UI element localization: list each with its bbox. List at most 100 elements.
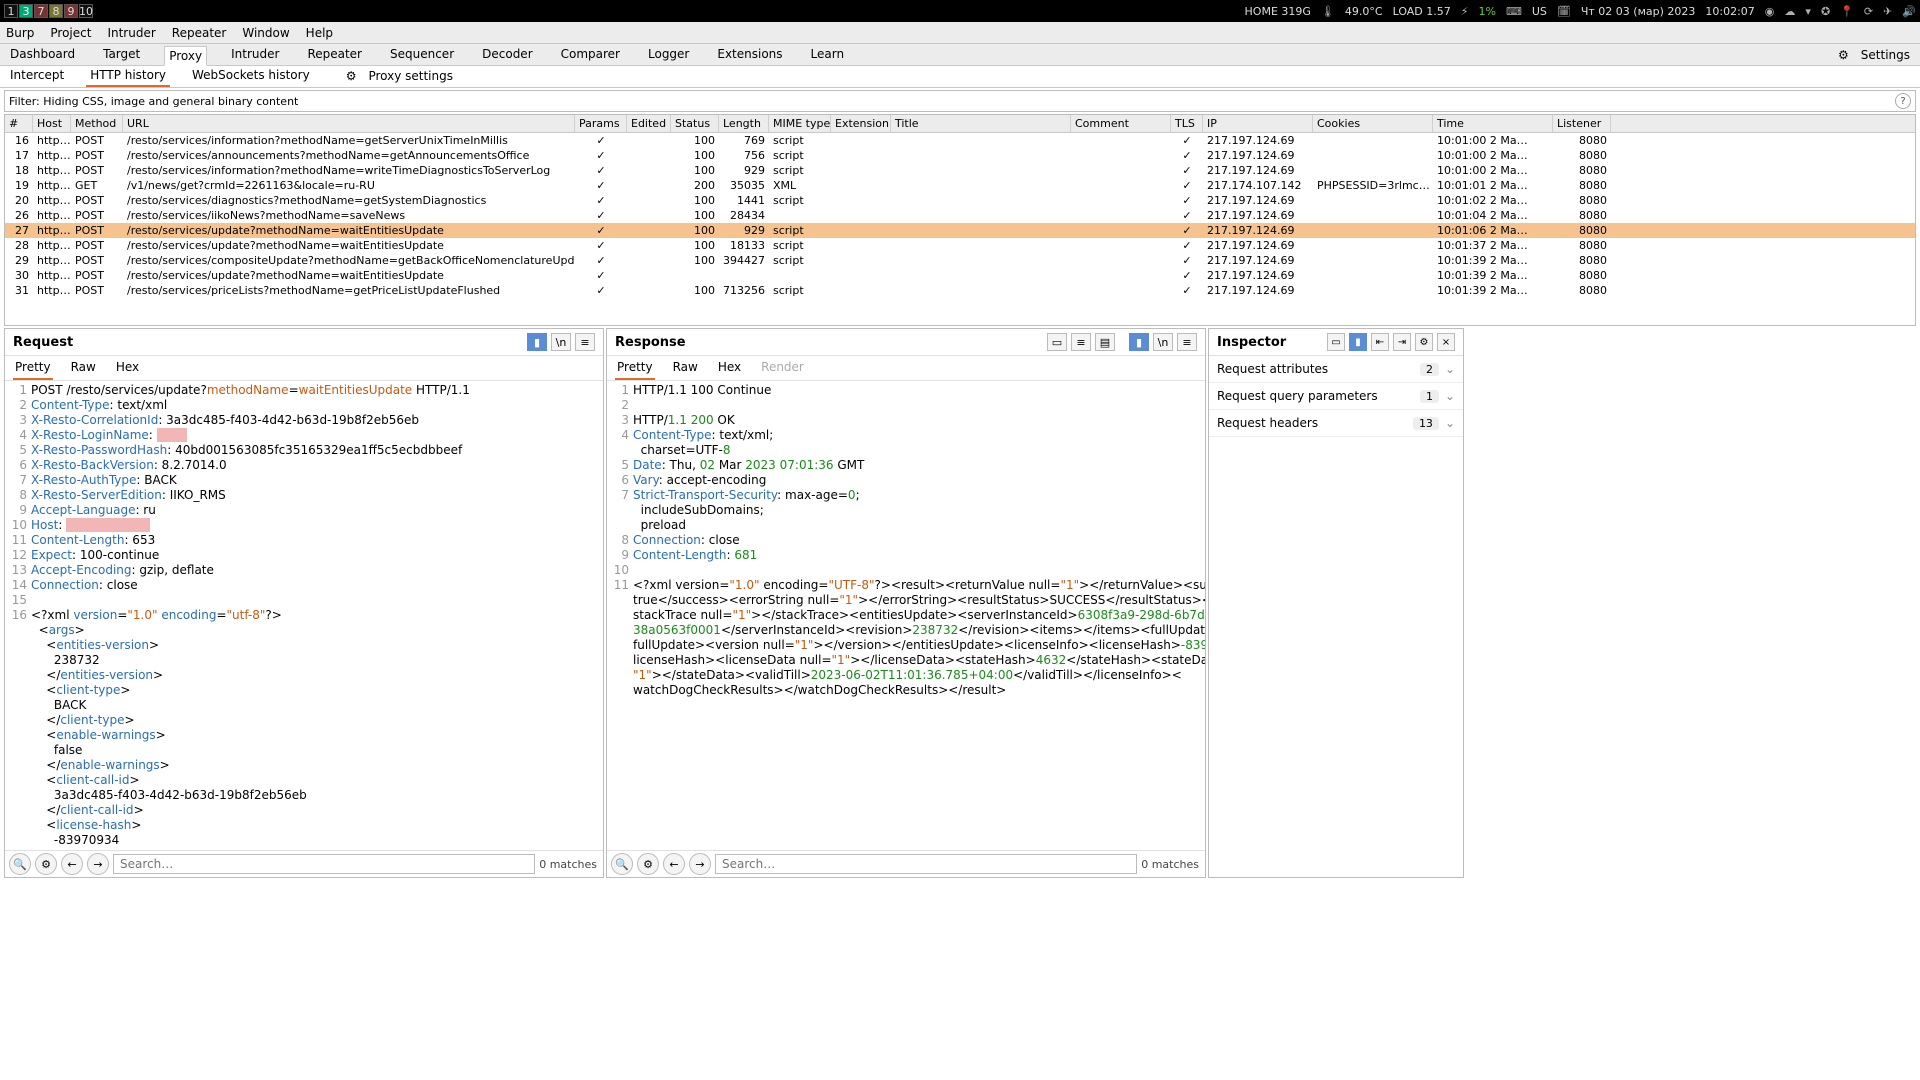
subtab-websockets-history[interactable]: WebSockets history xyxy=(188,66,314,87)
telegram-icon[interactable]: ✈ xyxy=(1883,5,1892,18)
close-icon[interactable]: × xyxy=(1437,333,1455,351)
tool-tab-proxy[interactable]: Proxy xyxy=(164,46,207,66)
layout-toggle-c[interactable]: ▤ xyxy=(1095,333,1115,351)
gear-icon[interactable]: ⚙ xyxy=(637,853,659,875)
col-length[interactable]: Length xyxy=(719,115,769,132)
gear-icon[interactable]: ⚙ xyxy=(1834,46,1853,64)
search-icon[interactable]: 🔍 xyxy=(9,853,31,875)
tool-tab-comparer[interactable]: Comparer xyxy=(557,45,624,65)
table-row[interactable]: 18http…POST/resto/services/information?m… xyxy=(5,163,1915,178)
col-time[interactable]: Time xyxy=(1433,115,1553,132)
help-icon[interactable]: ? xyxy=(1895,93,1911,109)
prev-match-button[interactable]: ← xyxy=(663,853,685,875)
tool-tab-intruder[interactable]: Intruder xyxy=(227,45,283,65)
layout-toggle-d[interactable]: ▮ xyxy=(1129,333,1149,351)
view-tab-raw[interactable]: Raw xyxy=(69,358,98,380)
search-icon[interactable]: 🔍 xyxy=(611,853,633,875)
expand-icon[interactable]: ⇥ xyxy=(1393,333,1411,351)
tool-tab-learn[interactable]: Learn xyxy=(807,45,849,65)
table-body[interactable]: 16http…POST/resto/services/information?m… xyxy=(5,133,1915,325)
response-editor[interactable]: 1HTTP/1.1 100 Continue23HTTP/1.1 200 OK4… xyxy=(607,381,1205,850)
gear-icon[interactable]: ⚙ xyxy=(35,853,57,875)
col-method[interactable]: Method xyxy=(71,115,123,132)
filter-bar[interactable]: Filter: Hiding CSS, image and general bi… xyxy=(4,90,1916,112)
inspector-section-request-query-parameters[interactable]: Request query parameters1⌄ xyxy=(1209,383,1463,410)
proxy-settings-button[interactable]: Proxy settings xyxy=(364,67,457,86)
layout-toggle-b[interactable]: ▮ xyxy=(1349,333,1367,351)
tool-tab-extensions[interactable]: Extensions xyxy=(713,45,786,65)
col-listener[interactable]: Listener xyxy=(1553,115,1611,132)
response-view-tabs[interactable]: Pretty Raw Hex Render xyxy=(607,356,1205,381)
workspace-3[interactable]: 3 xyxy=(19,4,33,18)
col-ip[interactable]: IP xyxy=(1203,115,1313,132)
view-tab-hex[interactable]: Hex xyxy=(114,358,141,380)
col-url[interactable]: URL xyxy=(123,115,575,132)
table-row[interactable]: 26http…POST/resto/services/iikoNews?meth… xyxy=(5,208,1915,223)
table-row[interactable]: 19http…GET/v1/news/get?crmId=2261163&loc… xyxy=(5,178,1915,193)
tool-tab-target[interactable]: Target xyxy=(99,45,144,65)
view-tab-hex[interactable]: Hex xyxy=(716,358,743,380)
table-row[interactable]: 30http…POST/resto/services/update?method… xyxy=(5,268,1915,283)
inspector-section-request-attributes[interactable]: Request attributes2⌄ xyxy=(1209,356,1463,383)
search-input[interactable] xyxy=(715,854,1137,874)
col-edited[interactable]: Edited xyxy=(627,115,671,132)
table-row[interactable]: 17http…POST/resto/services/announcements… xyxy=(5,148,1915,163)
volume-icon[interactable]: 🔊 xyxy=(1902,5,1916,18)
table-row[interactable]: 29http…POST/resto/services/compositeUpda… xyxy=(5,253,1915,268)
col--[interactable]: # xyxy=(5,115,33,132)
col-extension[interactable]: Extension xyxy=(831,115,891,132)
workspace-switcher[interactable]: 1378910 xyxy=(4,4,93,18)
settings-button[interactable]: Settings xyxy=(1857,46,1914,64)
tool-tab-repeater[interactable]: Repeater xyxy=(303,45,366,65)
col-cookies[interactable]: Cookies xyxy=(1313,115,1433,132)
collapse-icon[interactable]: ⇤ xyxy=(1371,333,1389,351)
subtab-http-history[interactable]: HTTP history xyxy=(86,66,170,87)
view-tab-pretty[interactable]: Pretty xyxy=(13,358,53,380)
table-row[interactable]: 16http…POST/resto/services/information?m… xyxy=(5,133,1915,148)
menu-intruder[interactable]: Intruder xyxy=(107,26,155,40)
tool-tab-logger[interactable]: Logger xyxy=(644,45,693,65)
view-tab-render[interactable]: Render xyxy=(759,358,806,380)
layout-toggle-a[interactable]: ▭ xyxy=(1047,333,1067,351)
search-input[interactable] xyxy=(113,854,535,874)
gear-icon[interactable]: ⚙ xyxy=(342,67,361,86)
next-match-button[interactable]: → xyxy=(87,853,109,875)
chrome-icon[interactable]: ◉ xyxy=(1765,5,1775,18)
request-editor[interactable]: 1POST /resto/services/update?methodName=… xyxy=(5,381,603,850)
request-view-tabs[interactable]: Pretty Raw Hex xyxy=(5,356,603,381)
tool-tab-dashboard[interactable]: Dashboard xyxy=(6,45,79,65)
table-row[interactable]: 28http…POST/resto/services/update?method… xyxy=(5,238,1915,253)
table-row[interactable]: 27http…POST/resto/services/update?method… xyxy=(5,223,1915,238)
newline-toggle[interactable]: \n xyxy=(551,333,571,351)
tool-tab-sequencer[interactable]: Sequencer xyxy=(386,45,458,65)
menu-icon[interactable]: ≡ xyxy=(575,333,595,351)
col-mime-type[interactable]: MIME type xyxy=(769,115,831,132)
menu-project[interactable]: Project xyxy=(50,26,91,40)
gear-icon[interactable]: ⚙ xyxy=(1415,333,1433,351)
workspace-10[interactable]: 10 xyxy=(79,4,93,18)
layout-toggle-b[interactable]: ≡ xyxy=(1071,333,1091,351)
newline-toggle[interactable]: \n xyxy=(1153,333,1173,351)
workspace-7[interactable]: 7 xyxy=(34,4,48,18)
layout-toggle-a[interactable]: ▮ xyxy=(527,333,547,351)
menu-window[interactable]: Window xyxy=(242,26,289,40)
menu-burp[interactable]: Burp xyxy=(6,26,34,40)
shield-icon[interactable]: ✪ xyxy=(1821,5,1830,18)
location-icon[interactable]: 📍 xyxy=(1840,5,1854,18)
col-params[interactable]: Params xyxy=(575,115,627,132)
col-title[interactable]: Title xyxy=(891,115,1071,132)
col-comment[interactable]: Comment xyxy=(1071,115,1171,132)
table-row[interactable]: 31http…POST/resto/services/priceLists?me… xyxy=(5,283,1915,298)
tool-tab-decoder[interactable]: Decoder xyxy=(478,45,537,65)
inspector-section-request-headers[interactable]: Request headers13⌄ xyxy=(1209,410,1463,437)
next-match-button[interactable]: → xyxy=(689,853,711,875)
menu-help[interactable]: Help xyxy=(306,26,333,40)
menu-icon[interactable]: ≡ xyxy=(1177,333,1197,351)
view-tab-pretty[interactable]: Pretty xyxy=(615,358,655,380)
menu-repeater[interactable]: Repeater xyxy=(172,26,227,40)
prev-match-button[interactable]: ← xyxy=(61,853,83,875)
workspace-8[interactable]: 8 xyxy=(49,4,63,18)
subtab-intercept[interactable]: Intercept xyxy=(6,66,68,87)
workspace-9[interactable]: 9 xyxy=(64,4,78,18)
view-tab-raw[interactable]: Raw xyxy=(671,358,700,380)
